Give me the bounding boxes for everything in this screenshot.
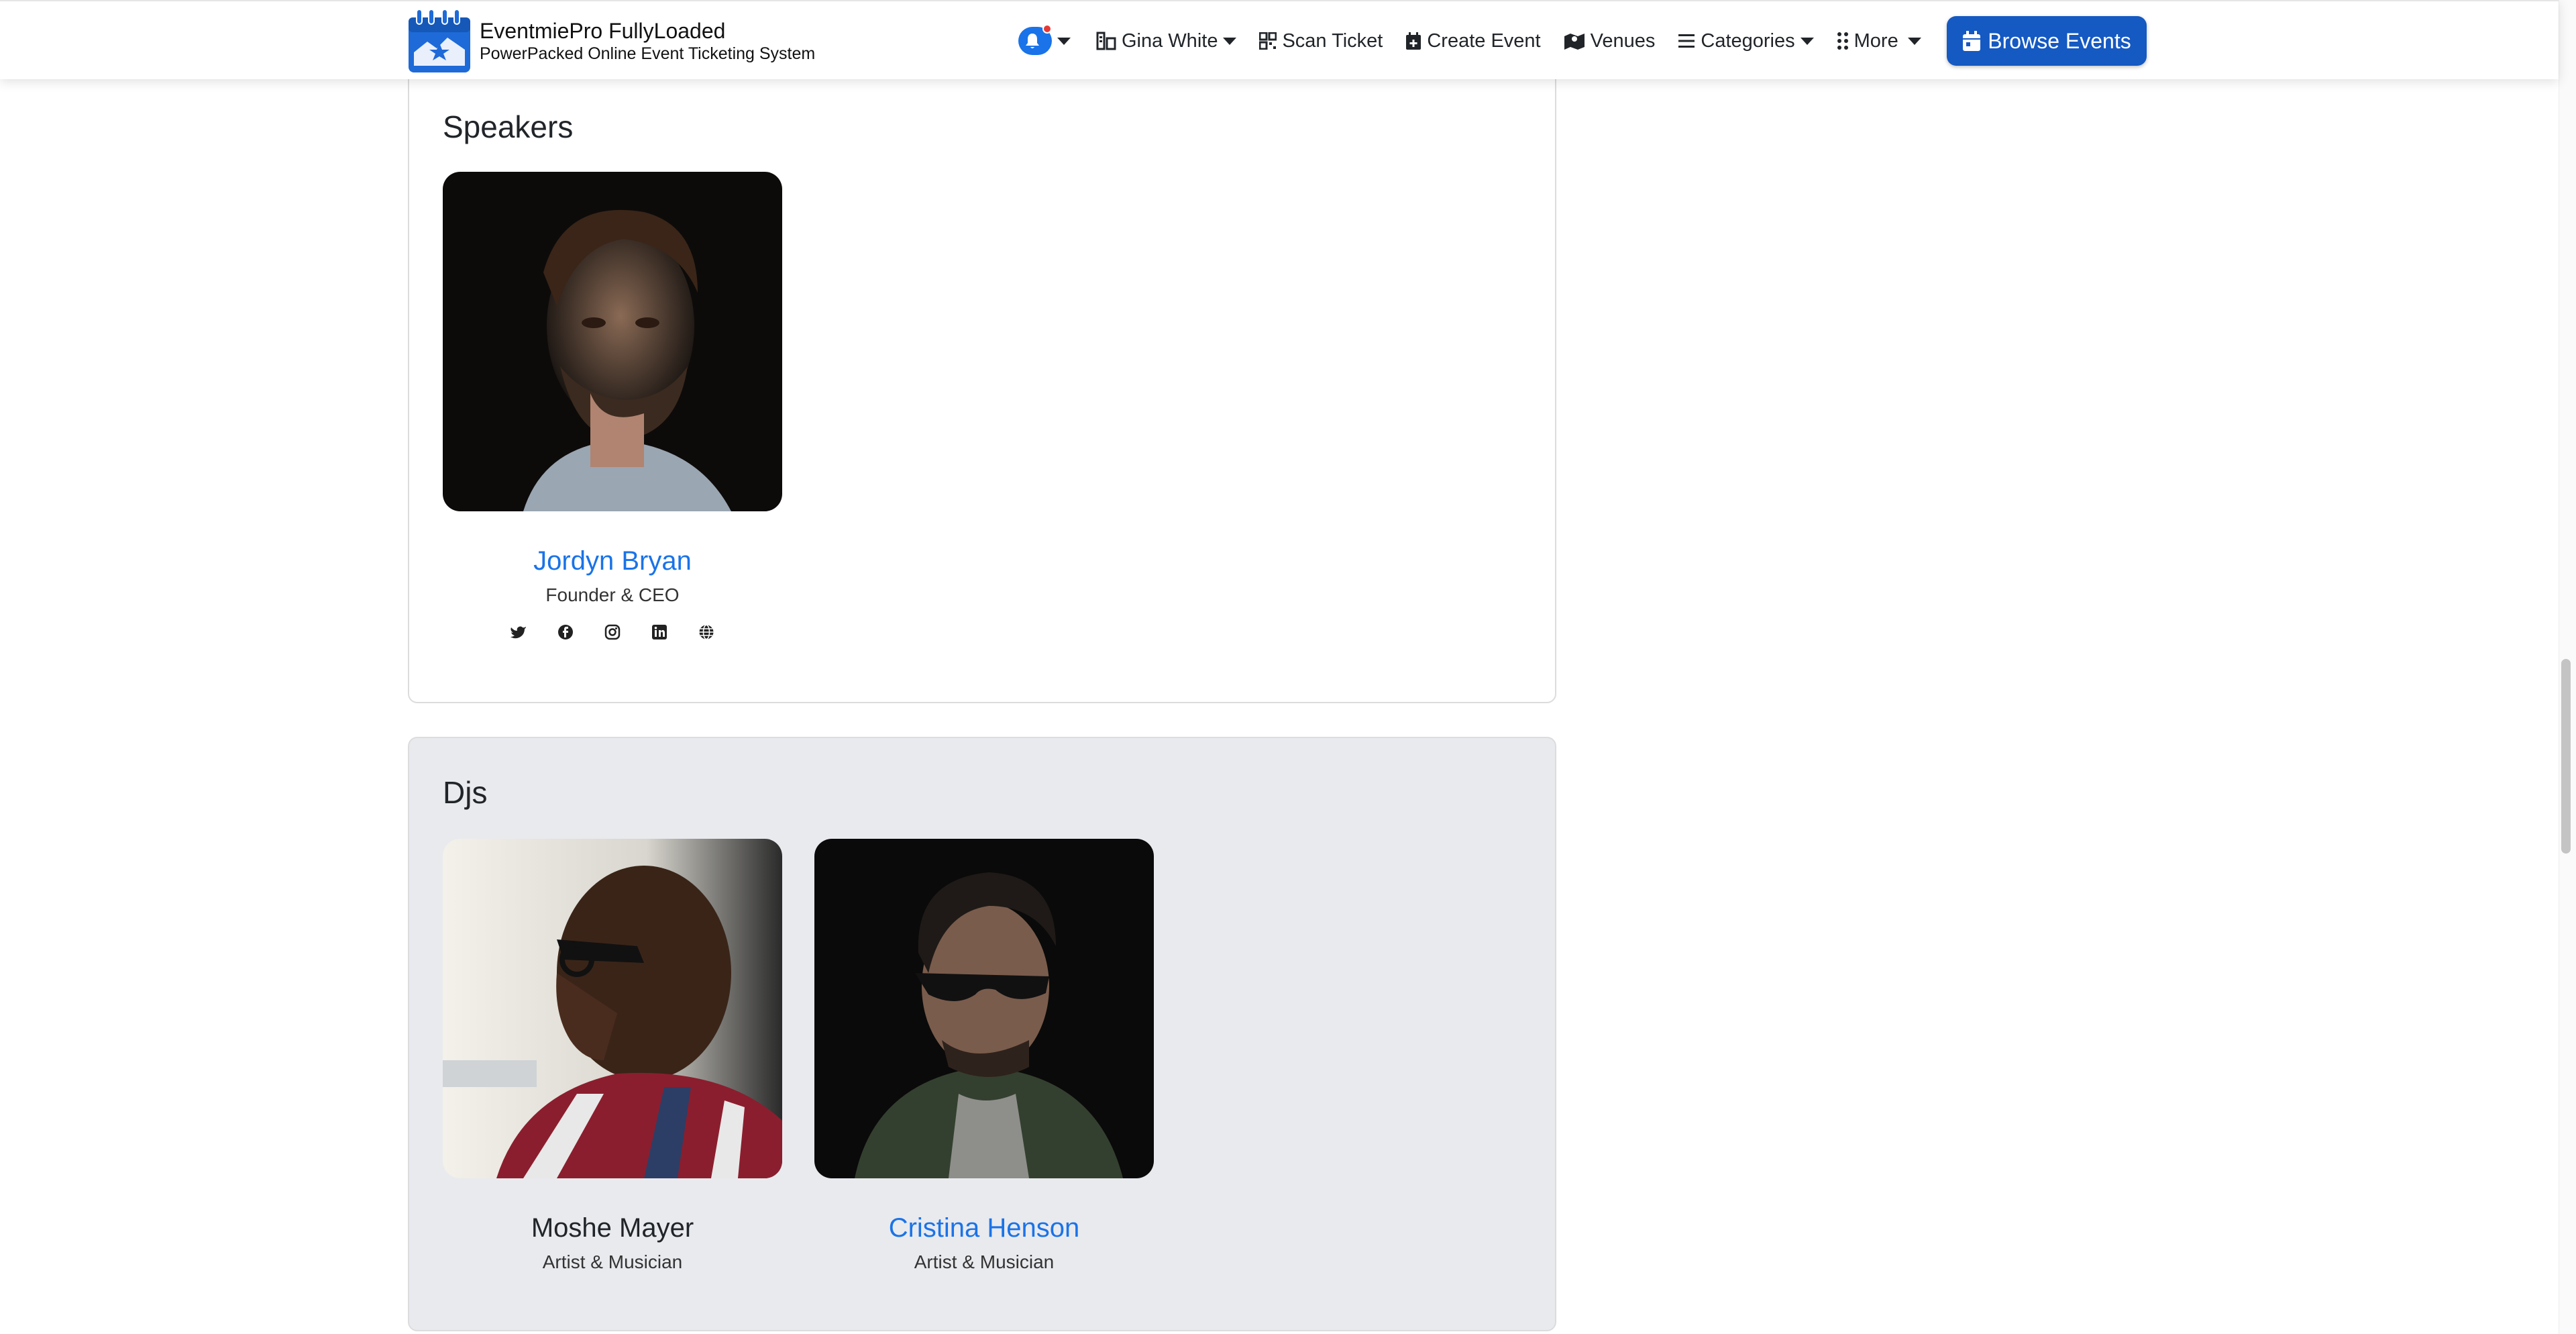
user-menu[interactable]: Gina White (1096, 30, 1237, 52)
chevron-down-icon (1223, 37, 1237, 45)
dj-card: Cristina Henson Artist & Musician (814, 839, 1154, 1273)
grip-dots-icon (1837, 32, 1848, 50)
categories-dropdown[interactable]: Categories (1678, 30, 1814, 52)
map-icon (1564, 34, 1585, 50)
scan-ticket-label: Scan Ticket (1282, 30, 1383, 52)
instagram-icon[interactable] (604, 623, 621, 641)
more-dropdown[interactable]: More (1837, 30, 1921, 52)
dj-name-link[interactable]: Cristina Henson (814, 1213, 1154, 1243)
chevron-down-icon (1907, 37, 1921, 45)
menu-lines-icon (1678, 34, 1695, 48)
speaker-photo[interactable] (443, 172, 782, 511)
chevron-down-icon (1057, 37, 1071, 45)
venues-link[interactable]: Venues (1564, 30, 1656, 52)
notification-dot (1042, 24, 1052, 34)
brand-subtitle: PowerPacked Online Event Ticketing Syste… (480, 44, 816, 63)
browse-events-button[interactable]: Browse Events (1947, 16, 2147, 66)
brand[interactable]: EventmiePro FullyLoaded PowerPacked Onli… (407, 8, 815, 74)
dj-card: Moshe Mayer Artist & Musician (443, 839, 782, 1273)
brand-title: EventmiePro FullyLoaded (480, 19, 726, 43)
top-navbar: EventmiePro FullyLoaded PowerPacked Onli… (0, 0, 2559, 79)
chevron-down-icon (1800, 37, 1814, 45)
qrcode-icon (1259, 32, 1277, 50)
calendar-icon (1963, 31, 1981, 51)
djs-section: Djs Moshe Mayer Artist & Musician Cristi… (408, 737, 1556, 1331)
linkedin-icon[interactable] (651, 623, 668, 641)
more-label: More (1854, 30, 1898, 52)
speaker-role: Founder & CEO (545, 584, 680, 605)
scan-ticket-link[interactable]: Scan Ticket (1259, 30, 1383, 52)
speaker-social-links (443, 623, 782, 641)
speaker-name-link[interactable]: Jordyn Bryan (443, 546, 782, 576)
speakers-heading: Speakers (443, 109, 574, 144)
dj-photo[interactable] (814, 839, 1154, 1178)
calendar-plus-icon (1406, 32, 1421, 50)
brand-logo (407, 8, 472, 74)
speaker-card: Jordyn Bryan Founder & CEO (443, 172, 782, 641)
create-event-label: Create Event (1427, 30, 1541, 52)
bell-icon (1018, 24, 1052, 55)
dj-role: Artist & Musician (914, 1251, 1055, 1272)
dj-role: Artist & Musician (542, 1251, 683, 1272)
dashboard-icon (1096, 32, 1116, 50)
speakers-section: Speakers Jordyn Bryan Founder & CEO (408, 40, 1556, 703)
dj-photo[interactable] (443, 839, 782, 1178)
create-event-link[interactable]: Create Event (1405, 30, 1541, 52)
facebook-icon[interactable] (557, 623, 574, 641)
twitter-icon[interactable] (510, 623, 527, 641)
categories-label: Categories (1701, 30, 1795, 52)
globe-icon[interactable] (698, 623, 715, 641)
scrollbar-thumb[interactable] (2561, 659, 2571, 854)
user-name: Gina White (1122, 30, 1218, 52)
djs-heading: Djs (443, 775, 488, 810)
venues-label: Venues (1590, 30, 1656, 52)
notifications-dropdown[interactable] (1018, 24, 1071, 55)
dj-name[interactable]: Moshe Mayer (443, 1213, 782, 1243)
browse-events-label: Browse Events (1988, 28, 2131, 53)
